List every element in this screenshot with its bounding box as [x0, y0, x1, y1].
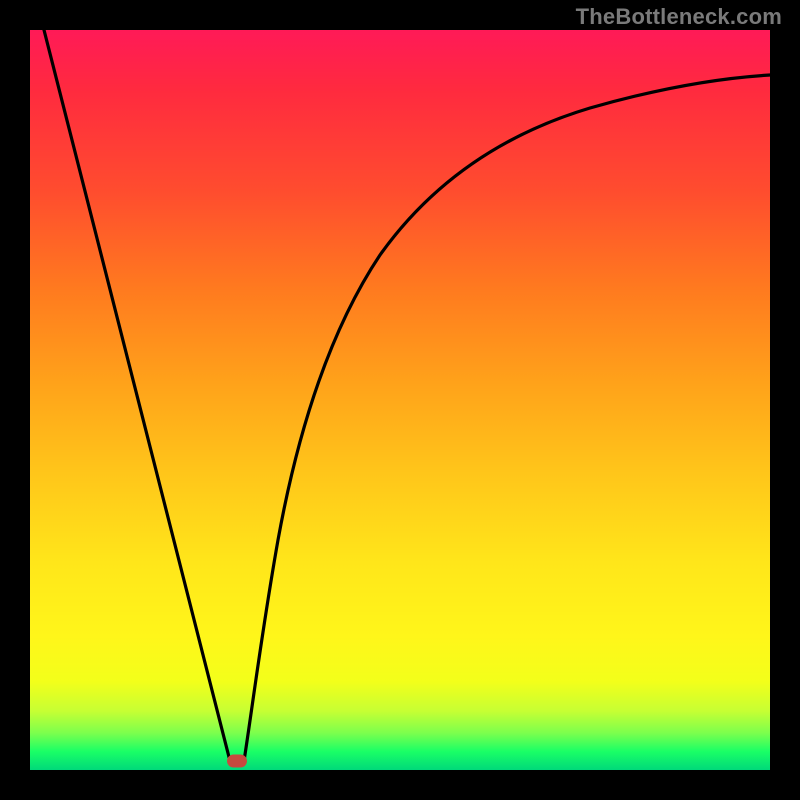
right-curve [244, 75, 770, 761]
curve-svg [30, 30, 770, 770]
plot-area [30, 30, 770, 770]
minimum-marker [227, 755, 247, 768]
canvas: TheBottleneck.com [0, 0, 800, 800]
watermark-text: TheBottleneck.com [576, 4, 782, 30]
left-line [44, 30, 230, 761]
